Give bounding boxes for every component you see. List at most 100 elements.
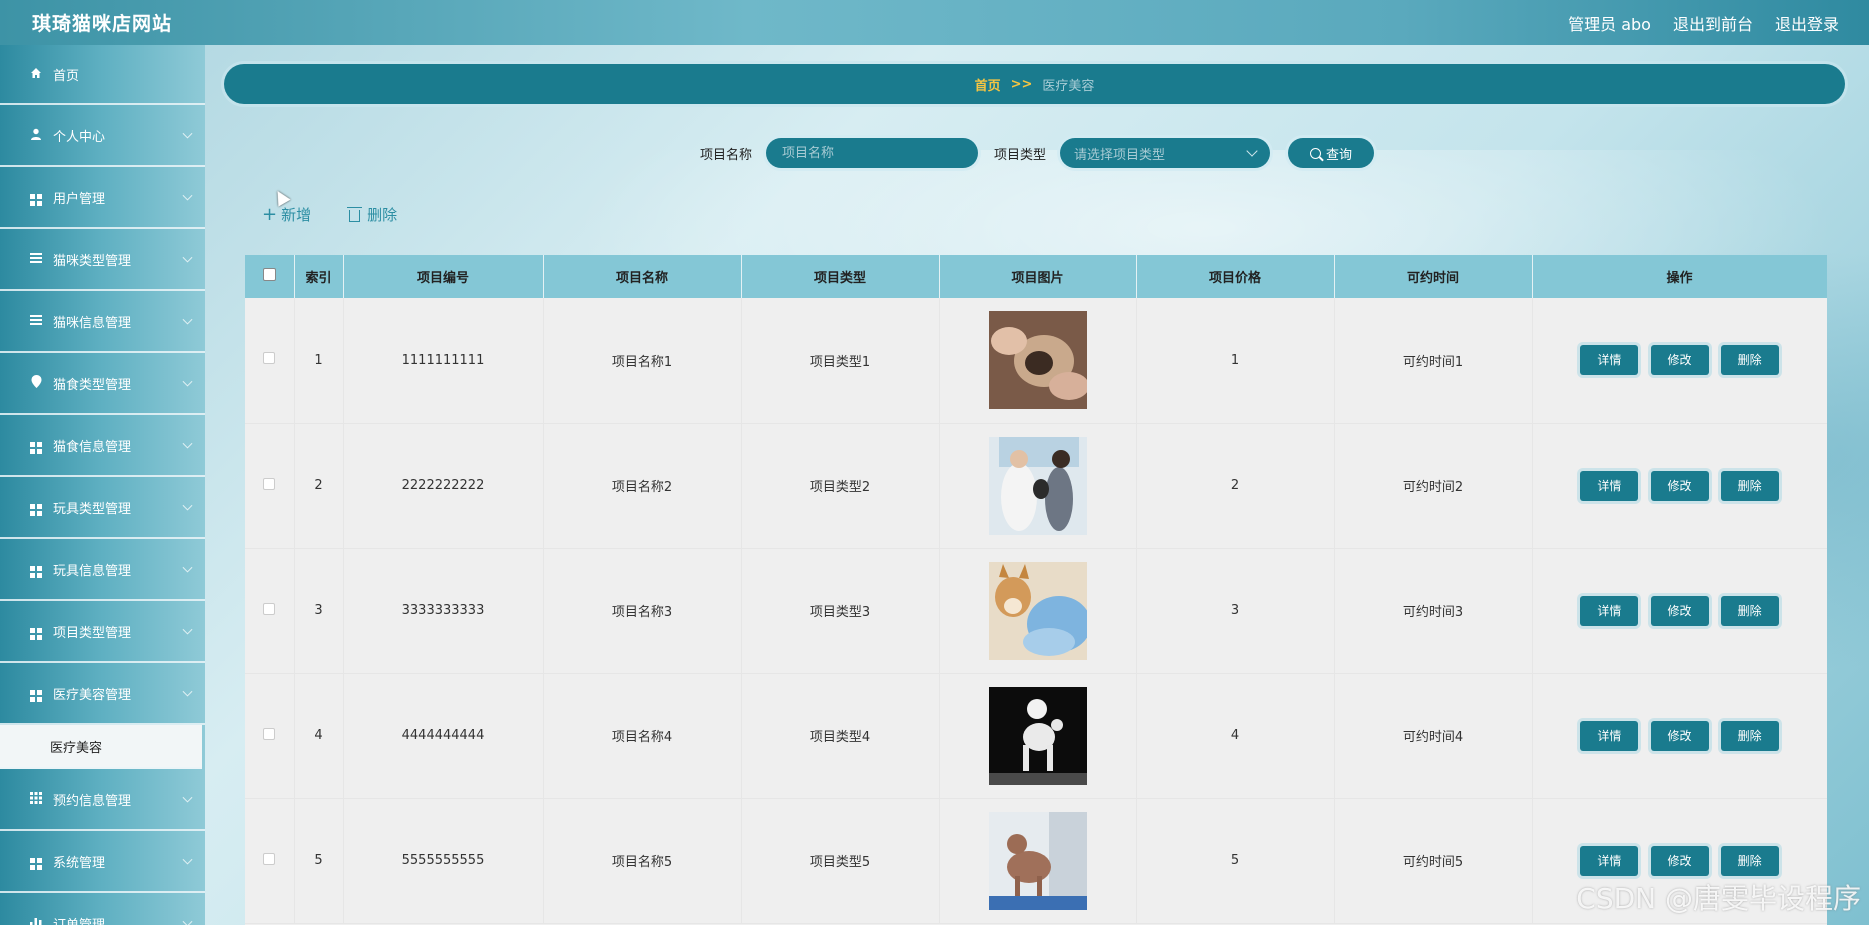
type-cell: 项目类型4 — [741, 673, 940, 798]
image-cell — [939, 548, 1137, 673]
breadcrumb-home[interactable]: 首页 — [975, 75, 1001, 94]
time-cell: 可约时间2 — [1334, 423, 1533, 548]
detail-button[interactable]: 详情 — [1580, 595, 1639, 626]
edit-button[interactable]: 修改 — [1650, 845, 1709, 876]
project-type-label: 项目类型 — [994, 147, 1047, 163]
price-cell: 5 — [1136, 798, 1335, 923]
detail-button[interactable]: 详情 — [1580, 845, 1639, 876]
operation-cell: 详情 修改 删除 — [1532, 673, 1827, 798]
index-cell: 5 — [294, 798, 344, 923]
image-cell — [939, 673, 1137, 798]
sidebar-item-label: 玩具类型管理 — [53, 501, 132, 517]
column-header: 项目价格 — [1136, 255, 1335, 298]
sidebar-item-label: 猫咪信息管理 — [53, 315, 132, 331]
type-cell: 项目类型1 — [741, 298, 940, 423]
site-title: 琪琦猫咪店网站 — [32, 13, 173, 35]
chevron-down-icon — [182, 190, 193, 201]
project-image[interactable] — [988, 436, 1087, 535]
type-cell: 项目类型2 — [741, 423, 940, 548]
sidebar-item-cat-info[interactable]: 猫咪信息管理 — [0, 291, 205, 353]
delete-button[interactable]: 删除 — [1720, 720, 1779, 751]
sidebar-item-toy-info[interactable]: 玩具信息管理 — [0, 539, 205, 601]
row-checkbox[interactable] — [263, 852, 276, 865]
project-type-placeholder: 请选择项目类型 — [1074, 147, 1166, 163]
delete-button[interactable]: 删除 — [1720, 345, 1779, 376]
column-header: 项目编号 — [343, 255, 544, 298]
code-cell: 5555555555 — [343, 798, 544, 923]
chevron-down-icon — [182, 562, 193, 573]
price-cell: 4 — [1136, 673, 1335, 798]
select-all-checkbox[interactable] — [262, 268, 276, 281]
add-button[interactable]: + 新增 — [262, 204, 311, 225]
sidebar-item-label: 用户管理 — [53, 191, 106, 207]
index-cell: 4 — [294, 673, 344, 798]
sidebar-item-users[interactable]: 用户管理 — [0, 167, 205, 229]
sidebar-item-food-types[interactable]: 猫食类型管理 — [0, 353, 205, 415]
grid-icon — [28, 188, 44, 206]
search-bar: 项目名称 项目类型 请选择项目类型 查询 — [0, 136, 1869, 170]
sidebar-item-cat-types[interactable]: 猫咪类型管理 — [0, 229, 205, 291]
grid-icon — [28, 436, 44, 454]
sidebar-item-label: 玩具信息管理 — [53, 563, 132, 579]
name-cell: 项目名称2 — [543, 423, 742, 548]
logout-link[interactable]: 退出登录 — [1775, 11, 1839, 35]
image-cell — [939, 798, 1137, 923]
sidebar-item-system[interactable]: 系统管理 — [0, 831, 205, 893]
project-type-select[interactable]: 请选择项目类型 — [1060, 138, 1271, 168]
chevron-down-icon — [182, 314, 193, 325]
column-header: 操作 — [1532, 255, 1827, 298]
column-header: 项目名称 — [543, 255, 742, 298]
column-header: 索引 — [294, 255, 344, 298]
detail-button[interactable]: 详情 — [1580, 345, 1639, 376]
code-cell: 4444444444 — [343, 673, 544, 798]
sidebar-item-toy-types[interactable]: 玩具类型管理 — [0, 477, 205, 539]
sidebar-item-label: 猫食信息管理 — [53, 439, 132, 455]
query-button[interactable]: 查询 — [1288, 138, 1375, 168]
price-cell: 2 — [1136, 423, 1335, 548]
sidebar-item-label: 预约信息管理 — [53, 793, 132, 809]
detail-button[interactable]: 详情 — [1580, 720, 1639, 751]
row-checkbox[interactable] — [263, 602, 276, 615]
detail-button[interactable]: 详情 — [1580, 470, 1639, 501]
chart-icon — [28, 916, 44, 925]
project-image[interactable] — [988, 811, 1087, 910]
sidebar-item-label: 猫咪类型管理 — [53, 253, 132, 269]
grid-icon — [28, 560, 44, 578]
table-row: 3 3333333333 项目名称3 项目类型3 3 可约时间3 详情 修改 删… — [245, 548, 1827, 673]
grid-icon — [28, 622, 44, 640]
sidebar-subitem-medical-beauty[interactable]: 医疗美容 — [0, 725, 202, 769]
sidebar-item-medical-beauty[interactable]: 医疗美容管理 — [0, 663, 205, 725]
chevron-down-icon — [182, 376, 193, 387]
batch-delete-button[interactable]: 删除 — [347, 204, 397, 225]
edit-button[interactable]: 修改 — [1650, 345, 1709, 376]
grid-icon — [28, 791, 44, 807]
sidebar-item-appointments[interactable]: 预约信息管理 — [0, 769, 205, 831]
project-image[interactable] — [988, 311, 1087, 410]
sidebar-item-orders[interactable]: 订单管理 — [0, 893, 205, 925]
edit-button[interactable]: 修改 — [1650, 470, 1709, 501]
edit-button[interactable]: 修改 — [1650, 720, 1709, 751]
code-cell: 2222222222 — [343, 423, 544, 548]
index-cell: 3 — [294, 548, 344, 673]
name-cell: 项目名称3 — [543, 548, 742, 673]
project-image[interactable] — [988, 561, 1087, 660]
sidebar-item-project-types[interactable]: 项目类型管理 — [0, 601, 205, 663]
delete-button[interactable]: 删除 — [1720, 470, 1779, 501]
delete-button[interactable]: 删除 — [1720, 595, 1779, 626]
delete-button[interactable]: 删除 — [1720, 845, 1779, 876]
operation-cell: 详情 修改 删除 — [1532, 423, 1827, 548]
project-name-input[interactable] — [766, 138, 978, 168]
edit-button[interactable]: 修改 — [1650, 595, 1709, 626]
chevron-down-icon — [182, 252, 193, 263]
row-checkbox[interactable] — [263, 727, 276, 740]
data-table: 索引 项目编号 项目名称 项目类型 项目图片 项目价格 可约时间 操作 1 11… — [245, 255, 1827, 925]
project-image[interactable] — [988, 686, 1087, 785]
row-checkbox[interactable] — [263, 352, 276, 365]
index-cell: 1 — [294, 298, 344, 423]
image-cell — [939, 298, 1137, 423]
sidebar-item-home[interactable]: 首页 — [0, 45, 205, 105]
code-cell: 3333333333 — [343, 548, 544, 673]
back-to-front-link[interactable]: 退出到前台 — [1673, 11, 1753, 35]
row-checkbox[interactable] — [263, 477, 276, 490]
sidebar-item-food-info[interactable]: 猫食信息管理 — [0, 415, 205, 477]
